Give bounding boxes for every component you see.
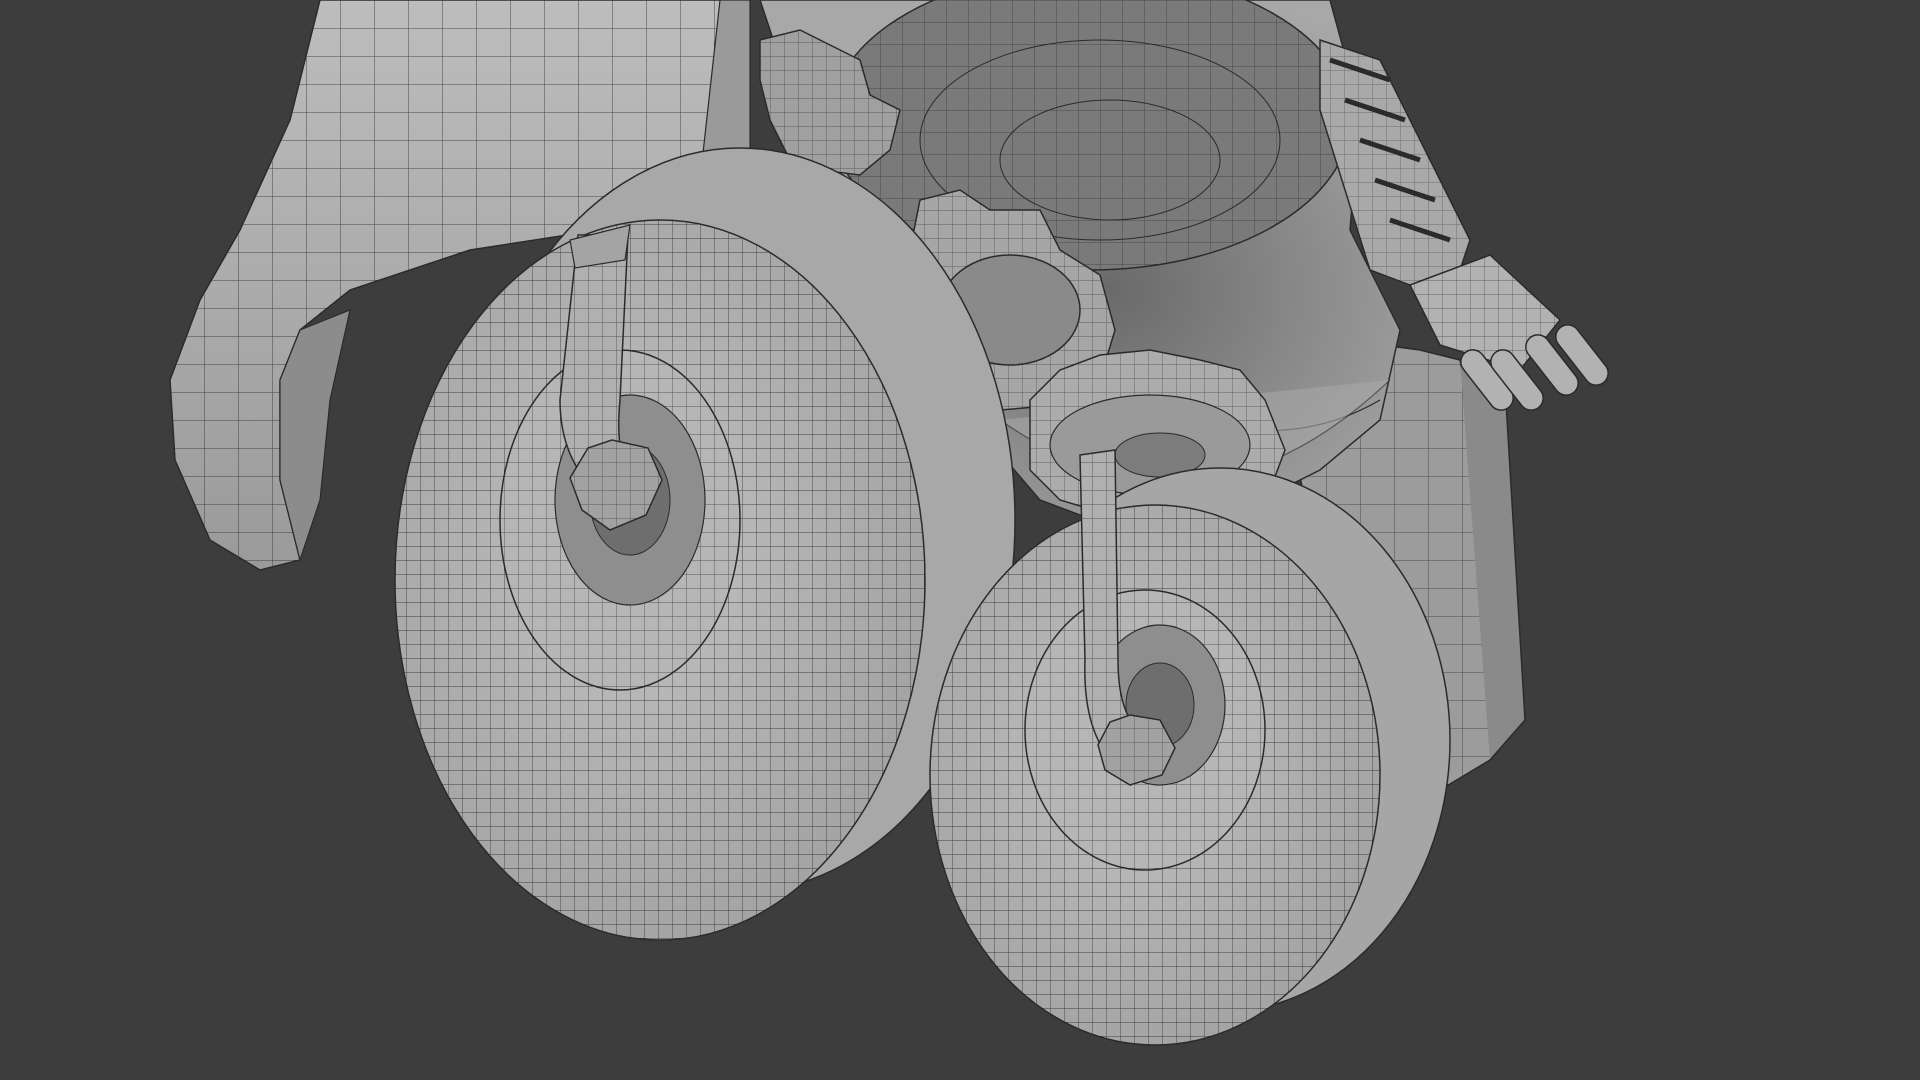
- left-wheel[interactable]: [394, 147, 1016, 941]
- 3d-viewport[interactable]: [0, 0, 1920, 1080]
- viewport-canvas[interactable]: [0, 0, 1920, 1080]
